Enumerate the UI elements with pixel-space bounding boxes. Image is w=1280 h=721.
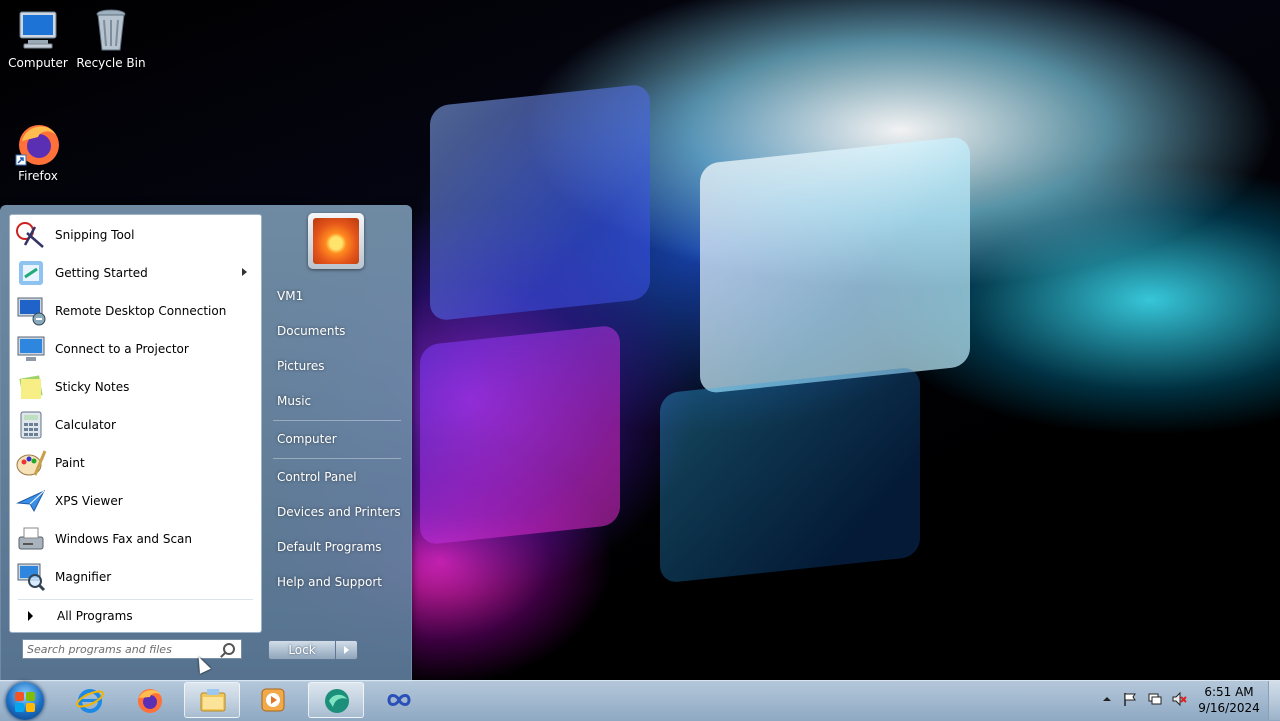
desktop-icon-computer[interactable]: Computer xyxy=(0,6,76,70)
remote-desktop-icon xyxy=(15,295,47,327)
shutdown-options-button[interactable] xyxy=(336,640,358,660)
network-icon[interactable] xyxy=(1147,691,1163,707)
taskbar-file-explorer[interactable] xyxy=(184,682,240,718)
program-calculator[interactable]: Calculator xyxy=(12,407,259,443)
program-getting-started[interactable]: Getting Started xyxy=(12,255,259,291)
wallpaper-flag-pane xyxy=(420,324,620,546)
start-right-item-devices-and-printers[interactable]: Devices and Printers xyxy=(269,498,405,526)
start-right-item-computer[interactable]: Computer xyxy=(269,425,405,453)
search-icon[interactable] xyxy=(223,643,235,655)
wallpaper-flag-pane xyxy=(660,366,920,584)
snipping-tool-icon xyxy=(15,219,47,251)
taskbar-internet-explorer[interactable] xyxy=(62,682,118,718)
search-input[interactable] xyxy=(23,641,221,657)
program-remote-desktop-connection[interactable]: Remote Desktop Connection xyxy=(12,293,259,329)
computer-icon xyxy=(14,6,62,54)
right-pane-divider xyxy=(273,420,401,421)
paint-icon xyxy=(15,447,47,479)
desktop-icon-recycle-bin[interactable]: Recycle Bin xyxy=(73,6,149,70)
taskbar-app[interactable] xyxy=(308,682,364,718)
taskbar-firefox[interactable] xyxy=(122,682,178,718)
calculator-icon xyxy=(15,409,47,441)
taskbar-media-player[interactable] xyxy=(245,682,301,718)
start-menu: Snipping Tool Getting Started Remote Des… xyxy=(0,205,412,682)
wallpaper-flag-pane xyxy=(430,83,650,322)
windows-logo-icon xyxy=(26,703,35,712)
user-picture xyxy=(313,218,359,264)
wallpaper-flag-pane xyxy=(700,135,970,395)
action-center-flag-icon[interactable] xyxy=(1122,691,1138,707)
windows-logo-icon xyxy=(15,703,24,712)
start-right-item-documents[interactable]: Documents xyxy=(269,317,405,345)
start-right-item-default-programs[interactable]: Default Programs xyxy=(269,533,405,561)
search-box[interactable] xyxy=(22,639,242,659)
program-windows-fax-and-scan[interactable]: Windows Fax and Scan xyxy=(12,521,259,557)
media-player-icon xyxy=(259,686,287,714)
projector-icon xyxy=(15,333,47,365)
start-right-item-help-and-support[interactable]: Help and Support xyxy=(269,568,405,596)
fax-scan-icon xyxy=(15,523,47,555)
start-right-item-vm1[interactable]: VM1 xyxy=(269,282,405,310)
program-connect-to-projector[interactable]: Connect to a Projector xyxy=(12,331,259,367)
submenu-arrow-icon xyxy=(242,268,247,276)
show-desktop-button[interactable] xyxy=(1268,681,1280,720)
taskbar-clock[interactable]: 6:51 AM 9/16/2024 xyxy=(1196,684,1262,716)
infinity-app-icon xyxy=(385,686,413,714)
file-explorer-icon xyxy=(199,687,227,715)
windows-logo-icon xyxy=(26,692,35,701)
recycle-bin-icon xyxy=(87,6,135,54)
chevron-right-icon xyxy=(28,611,33,621)
getting-started-icon xyxy=(15,257,47,289)
avatar[interactable] xyxy=(308,213,364,269)
program-snipping-tool[interactable]: Snipping Tool xyxy=(12,217,259,253)
sticky-notes-icon xyxy=(15,371,47,403)
show-hidden-icons-chevron-up-icon[interactable] xyxy=(1099,691,1115,707)
right-pane-divider xyxy=(273,458,401,459)
start-right-item-control-panel[interactable]: Control Panel xyxy=(269,463,405,491)
firefox-icon xyxy=(136,686,164,714)
desktop-icon-firefox[interactable]: Firefox xyxy=(0,119,76,183)
program-xps-viewer[interactable]: XPS Viewer xyxy=(12,483,259,519)
program-magnifier[interactable]: Magnifier xyxy=(12,559,259,595)
app-icon xyxy=(323,687,351,715)
internet-explorer-icon xyxy=(76,686,104,714)
program-paint[interactable]: Paint xyxy=(12,445,259,481)
volume-muted-icon[interactable] xyxy=(1171,691,1187,707)
start-button[interactable] xyxy=(6,682,44,720)
chevron-right-icon xyxy=(344,646,349,654)
firefox-icon xyxy=(14,119,62,167)
magnifier-icon xyxy=(15,561,47,593)
start-right-item-pictures[interactable]: Pictures xyxy=(269,352,405,380)
programs-divider xyxy=(18,599,253,600)
clock-time: 6:51 AM xyxy=(1204,685,1254,699)
taskbar-infinity-app[interactable] xyxy=(371,682,427,718)
all-programs-button[interactable]: All Programs xyxy=(12,603,259,629)
clock-date: 9/16/2024 xyxy=(1198,701,1260,715)
start-menu-programs-pane: Snipping Tool Getting Started Remote Des… xyxy=(9,214,262,633)
program-sticky-notes[interactable]: Sticky Notes xyxy=(12,369,259,405)
start-right-item-music[interactable]: Music xyxy=(269,387,405,415)
lock-button[interactable]: Lock xyxy=(268,640,336,660)
xps-viewer-icon xyxy=(15,485,47,517)
windows-logo-icon xyxy=(15,692,24,701)
